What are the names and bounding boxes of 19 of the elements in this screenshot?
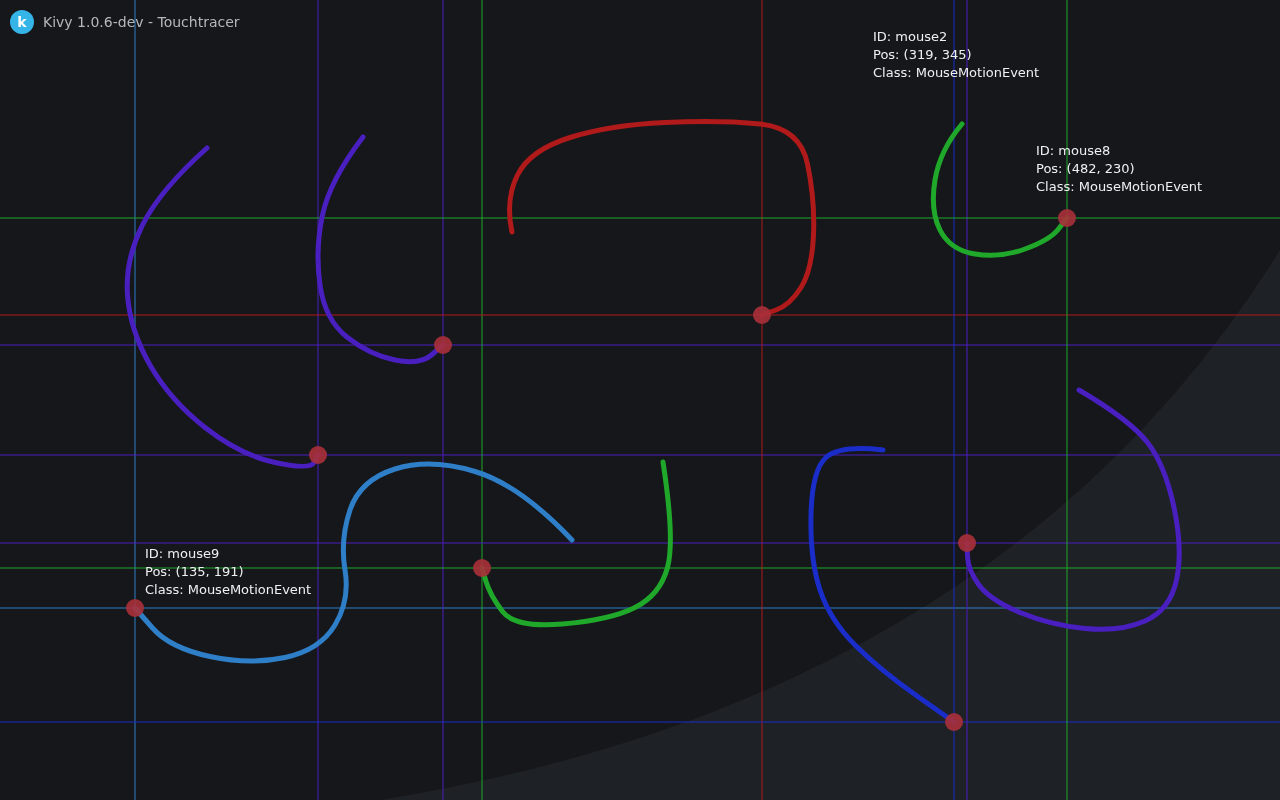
- touch-dot: [945, 713, 963, 731]
- touch-class-text: Class: MouseMotionEvent: [873, 64, 1040, 82]
- touch-dot: [309, 446, 327, 464]
- app-logo: k: [10, 10, 34, 34]
- touch-dot: [1058, 209, 1076, 227]
- touch-class-text: Class: MouseMotionEvent: [145, 581, 312, 599]
- touch-dot: [958, 534, 976, 552]
- touch-position-text: Pos: (135, 191): [145, 563, 244, 581]
- touch-dot: [126, 599, 144, 617]
- touch-id-text: ID: mouse2: [873, 28, 948, 46]
- window-title: Kivy 1.0.6-dev - Touchtracer: [43, 14, 240, 30]
- touch-id-text: ID: mouse9: [145, 545, 220, 563]
- touch-position-text: Pos: (319, 345): [873, 46, 972, 64]
- touch-dot: [473, 559, 491, 577]
- touch-position-text: Pos: (482, 230): [1036, 160, 1135, 178]
- touch-dot: [753, 306, 771, 324]
- touch-class-text: Class: MouseMotionEvent: [1036, 178, 1203, 196]
- touch-id-text: ID: mouse8: [1036, 142, 1111, 160]
- touch-dot: [434, 336, 452, 354]
